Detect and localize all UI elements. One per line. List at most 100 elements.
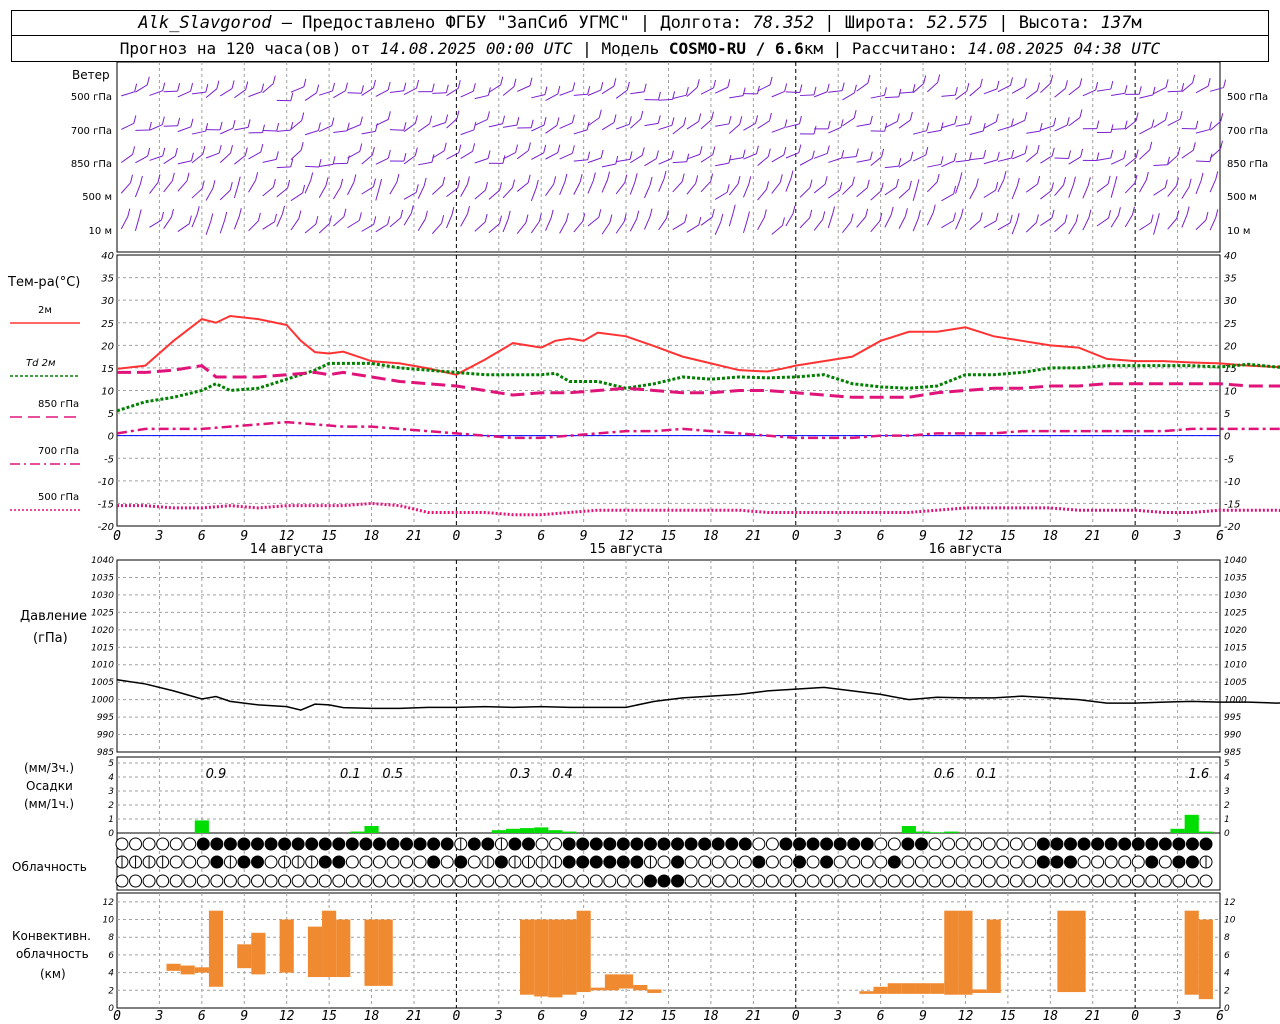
cloud-cover-symbol xyxy=(237,874,251,888)
convective-bar xyxy=(590,987,605,991)
convective-bar xyxy=(237,944,252,969)
wind-barb xyxy=(1139,149,1151,160)
temp-axis-tick-right: 35 xyxy=(1224,274,1237,285)
wind-barb-flag xyxy=(841,150,845,159)
cloud-cover-symbol xyxy=(1172,837,1186,851)
wind-barb-flag xyxy=(403,122,407,131)
wind-barb xyxy=(842,155,857,159)
cloud-cover-symbol xyxy=(1077,837,1091,851)
cloud-cover-symbol xyxy=(820,837,834,851)
wind-barb-flag xyxy=(1205,211,1209,221)
wind-barb-flag xyxy=(711,208,715,218)
wind-barb-flag xyxy=(1087,177,1091,186)
cloud-cover-symbol xyxy=(603,837,617,851)
wind-barb xyxy=(757,84,771,92)
wind-barb xyxy=(134,217,140,232)
temp-axis-tick-right: 20 xyxy=(1224,341,1237,352)
wind-barb xyxy=(983,121,997,129)
pressure-axis-tick: 990 xyxy=(97,731,114,741)
pressure-axis-tick-right: 1000 xyxy=(1224,696,1247,706)
cloud-cover-symbol xyxy=(427,837,441,851)
wind-barb xyxy=(898,188,910,199)
wind-barb-flag xyxy=(657,91,661,101)
wind-barb-flag xyxy=(343,208,347,217)
wind-barb-flag xyxy=(441,215,445,224)
wind-barb xyxy=(926,181,938,193)
wind-barb xyxy=(262,129,277,132)
wind-barb-flag xyxy=(557,144,561,153)
cloud-cover-symbol xyxy=(196,874,210,888)
wind-barb xyxy=(474,158,489,164)
wind-barb-flag xyxy=(1108,209,1112,219)
wind-barb xyxy=(502,218,509,233)
wind-barb-flag xyxy=(262,124,265,133)
wind-barb xyxy=(1011,220,1018,235)
wind-barb-flag xyxy=(1095,81,1099,91)
wind-barb-flag xyxy=(387,81,391,91)
pressure-axis-tick-right: 1015 xyxy=(1224,643,1247,653)
cloud-cover-symbol xyxy=(996,837,1010,851)
cloud-cover-symbol xyxy=(1118,837,1132,851)
wind-barb xyxy=(191,130,206,135)
cloud-cover-symbol xyxy=(1131,837,1145,851)
wind-barb-flag xyxy=(148,121,152,131)
convective-bar xyxy=(915,983,931,994)
cloud-cover-symbol xyxy=(1185,855,1199,869)
precip-bar xyxy=(194,820,209,833)
wind-barb-flag xyxy=(373,216,377,225)
wind-barb xyxy=(587,180,594,194)
cloud-cover-symbol xyxy=(576,874,590,888)
precip-bar xyxy=(534,827,549,833)
wind-barb-flag xyxy=(139,175,143,185)
wind-barb xyxy=(1181,186,1190,199)
cloud-cover-symbol xyxy=(129,837,143,851)
wind-barb-flag xyxy=(310,172,314,181)
wind-barb-flag xyxy=(290,158,294,168)
cloud-cover-symbol xyxy=(264,837,278,851)
wind-barb-flag xyxy=(1165,79,1169,88)
wind-barb-flag xyxy=(130,174,133,183)
wind-barb xyxy=(149,155,163,161)
wind-barb-flag xyxy=(472,143,476,152)
wind-barb xyxy=(248,91,262,98)
cloud-cover-symbol xyxy=(616,874,630,888)
wind-barb xyxy=(333,216,345,227)
hour-tick-label: 18 xyxy=(364,529,380,544)
cloud-cover-symbol xyxy=(643,874,657,888)
day-label: 14 августа xyxy=(250,542,324,557)
wind-barb xyxy=(714,221,722,235)
wind-barb xyxy=(177,126,192,133)
wind-level-label: 700 гПа xyxy=(71,126,112,137)
wind-barb-flag xyxy=(218,144,222,154)
wind-barb xyxy=(799,187,811,198)
wind-barb-flag xyxy=(1117,207,1121,216)
wind-barb-flag xyxy=(499,215,503,224)
cloud-cover-symbol xyxy=(657,837,671,851)
wind-barb-flag xyxy=(1003,171,1007,180)
wind-barb-flag xyxy=(1114,176,1118,185)
precip-bar xyxy=(915,831,931,833)
wind-barb xyxy=(842,184,853,195)
wind-barb-flag xyxy=(1135,112,1139,121)
wind-barb xyxy=(742,219,748,234)
wind-barb-flag xyxy=(190,152,194,161)
wind-barb xyxy=(559,122,573,129)
convective-bar xyxy=(647,989,662,993)
cloud-cover-symbol xyxy=(860,837,874,851)
wind-barb-flag xyxy=(190,118,194,127)
wind-barb xyxy=(502,187,513,199)
wind-barb-flag xyxy=(146,76,150,85)
wind-barb-flag xyxy=(456,110,460,119)
wind-barb xyxy=(361,154,373,165)
wind-barb xyxy=(531,152,544,160)
hour-tick-label: 6 xyxy=(198,529,206,544)
cloud-cover-symbol xyxy=(1064,874,1077,888)
wind-barb xyxy=(884,165,899,169)
wind-barb-flag xyxy=(966,83,970,92)
cloud-cover-symbol xyxy=(1023,874,1037,888)
wind-barb-flag xyxy=(1016,212,1020,222)
wind-barb xyxy=(926,212,934,226)
wind-barb-flag xyxy=(1150,214,1154,223)
cloud-cover-symbol xyxy=(156,874,170,888)
temp-axis-tick-right: -5 xyxy=(1224,454,1234,465)
